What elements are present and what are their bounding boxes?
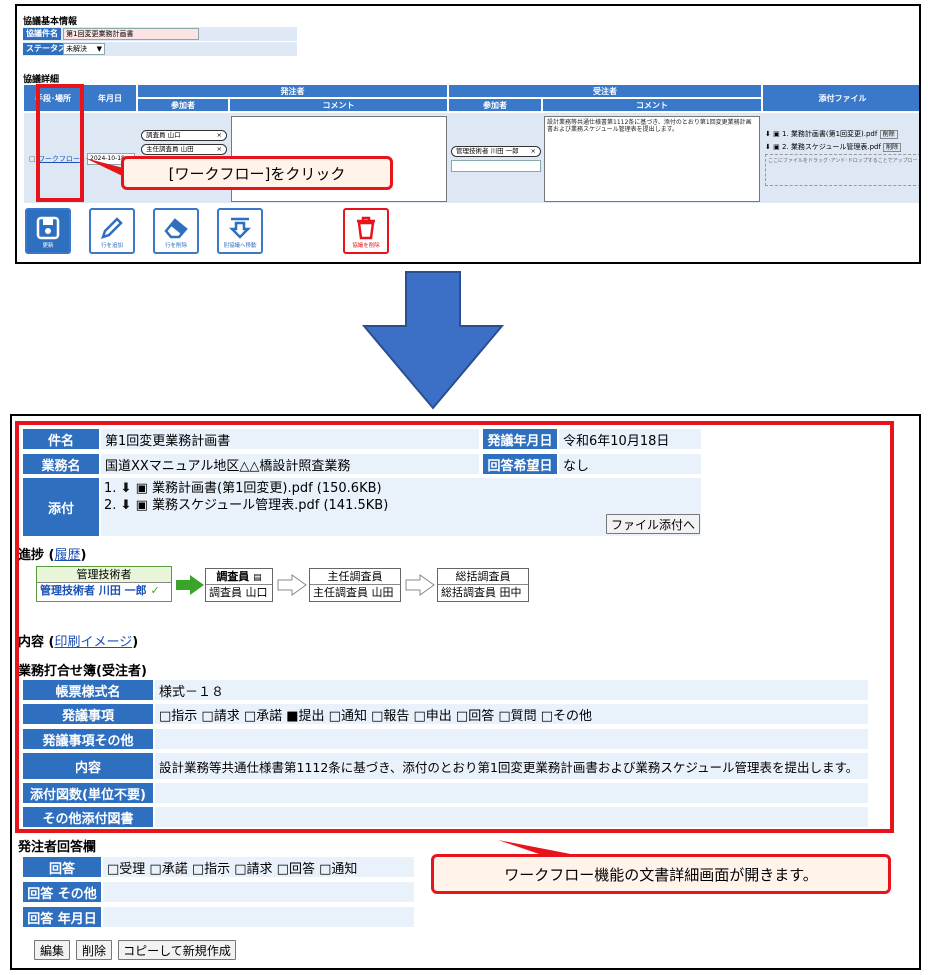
juchu-comment-textarea[interactable]: 設計業務等共通仕様書第1112条に基づき、添付のとおり第1回変更業務計画書および… (544, 116, 760, 202)
col-hacchusha-header: 発注者 (137, 84, 448, 98)
reply-label: 回答 年月日 (22, 906, 102, 928)
reply-heading: 発注者回答欄 (18, 840, 97, 855)
edit-button[interactable]: 編集 (34, 940, 70, 960)
detail-callout: ワークフロー機能の文書詳細画面が開きます。 (431, 854, 891, 894)
add-row-button[interactable]: 行を追加 (89, 208, 135, 254)
file-delete-button[interactable]: 削除 (883, 143, 902, 152)
participant-chip[interactable]: 管理技術者 川田 一郎 × (451, 146, 541, 157)
participant-chip[interactable]: 主任調査員 山田 × (141, 144, 227, 155)
highlight-frame (36, 84, 84, 202)
attached-file-list: ⬇ ▣ 1. 業務計画書(第1回変更).pdf 削除 ⬇ ▣ 2. 業務スケジュ… (765, 128, 902, 154)
col-sanka-header: 参加者 (137, 98, 229, 112)
meeting-edit-panel: 協議基本情報 協議件名 第1回変更業務計画書 ステータス 未解決 ▼ 協議詳細 手… (15, 4, 921, 264)
col-juchusha-header: 受注者 (448, 84, 762, 98)
delete-meeting-button[interactable]: 協議を削除 (343, 208, 389, 254)
reply-label: 回答 その他 (22, 881, 102, 903)
kyogi-kenmei-label: 協議件名 (23, 28, 61, 40)
participant-add-input[interactable] (451, 160, 541, 172)
col-comment-header: コメント (229, 98, 448, 112)
move-to-other-button[interactable]: 別協議へ移動 (217, 208, 263, 254)
file-item[interactable]: ⬇ ▣ 2. 業務スケジュール管理表.pdf 削除 (765, 141, 902, 154)
delete-row-button[interactable]: 行を削除 (153, 208, 199, 254)
col-juchu-comment-header: コメント (542, 98, 762, 112)
pencil-icon (101, 217, 123, 239)
col-nengappi-header: 年月日 (83, 84, 137, 112)
document-detail-panel: 件名 第1回変更業務計画書 発議年月日 令和6年10月18日 業務名 国道XXマ… (10, 414, 921, 970)
reply-value (102, 906, 415, 928)
down-arrow-icon (362, 271, 504, 410)
move-down-icon (228, 217, 252, 239)
eraser-icon (164, 218, 188, 239)
file-item[interactable]: ⬇ ▣ 1. 業務計画書(第1回変更).pdf 削除 (765, 128, 901, 141)
reply-value: □受理 □承諾 □指示 □請求 □回答 □通知 (102, 856, 415, 878)
col-juchu-sanka-header: 参加者 (448, 98, 542, 112)
delete-button[interactable]: 削除 (76, 940, 112, 960)
col-tenpu-header: 添付ファイル (762, 84, 919, 112)
copy-new-button[interactable]: コピーして新規作成 (118, 940, 236, 960)
status-select[interactable]: 未解決 ▼ (63, 43, 105, 55)
trash-icon (357, 216, 375, 240)
file-drop-zone[interactable]: ここにファイルをドラッグ･アンド･ドロップすることでアップロードできます (765, 154, 919, 186)
update-button[interactable]: 更新 (25, 208, 71, 254)
save-icon (36, 216, 60, 240)
reply-label: 回答 (22, 856, 102, 878)
highlight-frame (15, 421, 894, 833)
kyogi-kihon-title: 協議基本情報 (23, 17, 78, 27)
kyogi-kenmei-input[interactable]: 第1回変更業務計画書 (63, 28, 199, 40)
reply-value (102, 881, 415, 903)
file-delete-button[interactable]: 削除 (879, 130, 898, 139)
participant-chip[interactable]: 調査員 山口 × (141, 130, 227, 141)
workflow-callout: [ワークフロー]をクリック (121, 156, 393, 190)
